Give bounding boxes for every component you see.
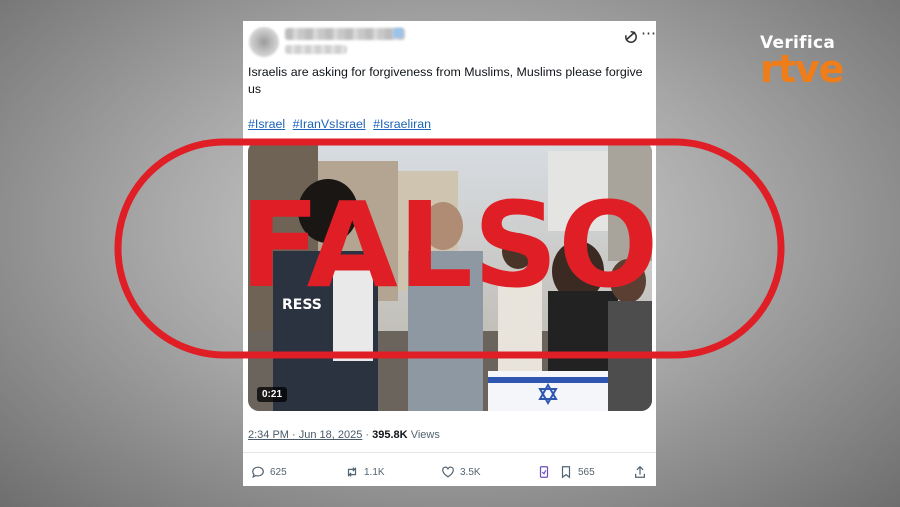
more-options-icon[interactable]: ⋯ (641, 26, 656, 44)
verified-badge-icon (393, 28, 403, 38)
tweet-timestamp[interactable]: 2:34 PM · Jun 18, 2025 (248, 429, 362, 441)
brand-rtve-text: rtve (760, 47, 844, 91)
repost-button[interactable]: 1.1K (345, 461, 385, 483)
video-duration: 0:21 (257, 387, 288, 402)
repost-count: 1.1K (364, 466, 385, 478)
grok-bookmark-icon (539, 466, 549, 478)
tweet-meta: 2:34 PM · Jun 18, 2025 · 395.8K Views (248, 429, 440, 441)
bookmark-count: 565 (578, 466, 595, 478)
verifica-rtve-logo: Verifica rtve (760, 33, 880, 91)
meta-separator: · (362, 429, 373, 441)
tweet-card: ⋯ Israelis are asking for forgiveness fr… (243, 21, 656, 486)
user-name-blurred[interactable] (285, 28, 405, 40)
tweet-header: ⋯ (247, 25, 656, 61)
views-count: 395.8K (372, 429, 408, 441)
video-frame: RESS (248, 141, 652, 411)
views-label: Views (410, 429, 440, 441)
hashtag-link[interactable]: #IranVsIsrael (293, 117, 366, 131)
reply-count: 625 (270, 466, 287, 478)
like-button[interactable]: 3.5K (441, 461, 481, 483)
like-count: 3.5K (460, 466, 481, 478)
hashtags: #Israel #IranVsIsrael #Israeliran (248, 116, 435, 132)
share-button[interactable] (633, 461, 652, 483)
share-icon (635, 465, 645, 478)
grok-analytics-button[interactable] (537, 461, 556, 483)
reply-button[interactable]: 625 (251, 461, 287, 483)
bookmark-button[interactable]: 565 (559, 461, 595, 483)
tweet-actions: 625 1.1K 3.5K 565 (243, 461, 656, 483)
heart-icon (442, 466, 454, 478)
bookmark-icon (561, 466, 571, 479)
tweet-text: Israelis are asking for forgiveness from… (248, 65, 643, 96)
grok-icon[interactable] (623, 29, 639, 45)
repost-icon (347, 467, 357, 477)
divider (243, 452, 656, 453)
avatar[interactable] (249, 27, 279, 57)
user-handle-blurred[interactable] (285, 45, 347, 54)
hashtag-link[interactable]: #Israel (248, 117, 285, 131)
hashtag-link[interactable]: #Israeliran (373, 117, 431, 131)
reply-icon (252, 466, 264, 478)
svg-text:RESS: RESS (282, 297, 322, 313)
video-player[interactable]: RESS 0:21 (248, 141, 652, 411)
